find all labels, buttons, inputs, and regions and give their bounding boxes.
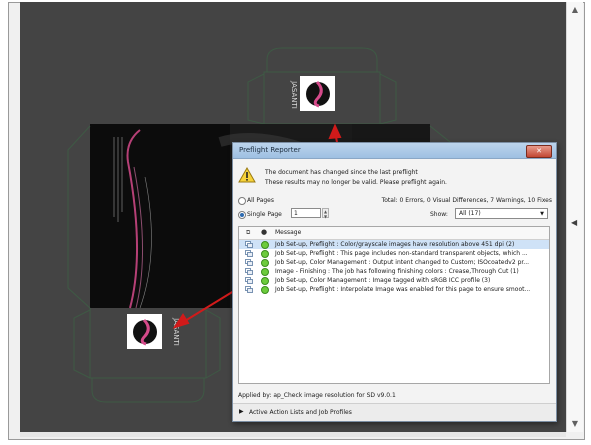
action-lists-bar[interactable]: ▶ Active Action Lists and Job Profiles — [233, 403, 556, 421]
job-category-icon — [245, 268, 253, 275]
status-ok-icon — [261, 250, 269, 258]
applied-by-text: Applied by: ap_Check image resolution fo… — [238, 392, 396, 399]
table-row[interactable]: Job Set-up, Preflight : Color/grayscale … — [239, 240, 549, 249]
vertical-scrollbar[interactable]: ▲ ▼ — [566, 2, 583, 432]
job-category-icon — [245, 277, 253, 284]
bottom-logo-disc — [133, 320, 157, 344]
job-category-icon — [245, 250, 253, 257]
status-ok-icon — [261, 286, 269, 294]
horizontal-scrollbar[interactable] — [20, 432, 566, 437]
dialog-titlebar[interactable]: Preflight Reporter ✕ — [233, 143, 556, 159]
status-ok-icon — [261, 259, 269, 267]
warning-line-2: These results may no longer be valid. Pl… — [265, 179, 447, 186]
show-filter-select[interactable]: All (17) ▼ — [455, 208, 548, 219]
row-message: Image - Finishing : The job has followin… — [275, 268, 519, 275]
table-row[interactable]: Job Set-up, Color Management : Image tag… — [239, 276, 549, 285]
table-row[interactable]: Job Set-up, Preflight : This page includ… — [239, 249, 549, 258]
top-brand-text: JASANTI — [290, 80, 298, 109]
status-ok-icon — [261, 241, 269, 249]
chevron-down-icon: ▼ — [540, 211, 544, 217]
scroll-up-icon[interactable]: ▲ — [567, 2, 583, 18]
job-category-icon — [245, 241, 253, 248]
show-filter-value: All (17) — [459, 210, 481, 217]
status-ok-icon — [261, 268, 269, 276]
row-message: Job Set-up, Preflight : Interpolate Imag… — [275, 286, 531, 293]
page-number-input[interactable]: 1 — [291, 208, 321, 218]
category-column-icon[interactable]: ⧉ — [246, 229, 250, 237]
row-message: Job Set-up, Preflight : This page includ… — [275, 250, 528, 257]
status-ok-icon — [261, 277, 269, 285]
all-pages-label[interactable]: All Pages — [247, 197, 274, 204]
row-message: Job Set-up, Color Management : Image tag… — [275, 277, 491, 284]
single-page-label[interactable]: Single Page — [247, 211, 282, 218]
action-lists-label: Active Action Lists and Job Profiles — [249, 409, 352, 416]
table-row[interactable]: Job Set-up, Color Management : Output in… — [239, 258, 549, 267]
results-rows: Job Set-up, Preflight : Color/grayscale … — [239, 240, 549, 294]
table-row[interactable]: Image - Finishing : The job has followin… — [239, 267, 549, 276]
status-column-icon[interactable]: ● — [261, 228, 267, 236]
row-message: Job Set-up, Color Management : Output in… — [275, 259, 530, 266]
top-logo-disc — [306, 82, 330, 106]
close-button[interactable]: ✕ — [526, 145, 552, 158]
expand-triangle-icon[interactable]: ▶ — [239, 408, 244, 415]
job-category-icon — [245, 286, 253, 293]
show-label: Show: — [430, 211, 448, 218]
totals-summary: Total: 0 Errors, 0 Visual Differences, 7… — [381, 197, 552, 204]
single-page-radio[interactable] — [238, 211, 246, 219]
message-column-header[interactable]: Message — [275, 229, 301, 236]
preflight-reporter-dialog: Preflight Reporter ✕ The document has ch… — [232, 142, 557, 422]
table-row[interactable]: Job Set-up, Preflight : Interpolate Imag… — [239, 285, 549, 294]
scroll-down-icon[interactable]: ▼ — [567, 416, 583, 432]
dialog-title: Preflight Reporter — [239, 146, 301, 154]
warning-line-1: The document has changed since the last … — [265, 169, 418, 176]
panel-expand-icon[interactable]: ◀ — [571, 218, 577, 227]
page-stepper[interactable]: ▲ ▼ — [322, 208, 329, 219]
row-message: Job Set-up, Preflight : Color/grayscale … — [275, 241, 515, 248]
job-category-icon — [245, 259, 253, 266]
warning-icon — [238, 167, 256, 183]
results-list[interactable]: ⧉ ● Message Job Set-up, Preflight : Colo… — [238, 226, 550, 384]
all-pages-radio[interactable] — [238, 197, 246, 205]
close-icon: ✕ — [536, 147, 542, 155]
list-header: ⧉ ● Message — [239, 227, 549, 240]
